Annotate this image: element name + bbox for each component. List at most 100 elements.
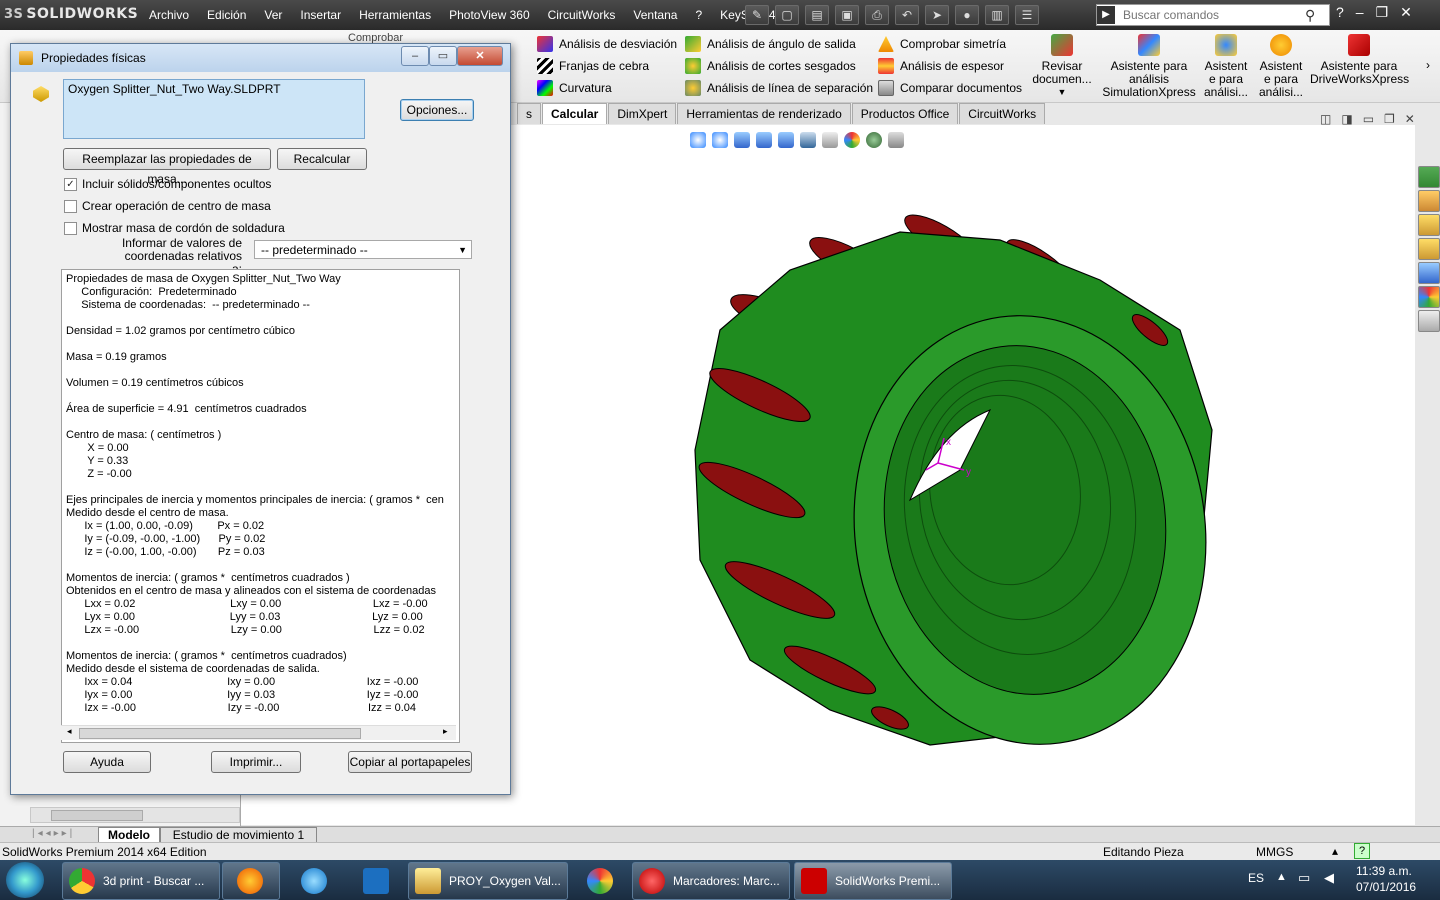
design-checker-button[interactable]: Revisar documen... ▼	[1030, 34, 1094, 99]
menu-insertar[interactable]: Insertar	[291, 8, 350, 22]
restore-icon[interactable]: ❐	[1376, 4, 1389, 21]
options-button[interactable]: Opciones...	[400, 99, 474, 121]
save-icon[interactable]: ▣	[835, 5, 859, 25]
clock-date[interactable]: 07/01/2016	[1356, 880, 1416, 894]
driveworksxpress-button[interactable]: Asistente para DriveWorksXpress	[1310, 34, 1409, 86]
create-center-of-mass-checkbox[interactable]: Crear operación de centro de masa	[64, 199, 271, 213]
symmetry-check-button[interactable]: Comprobar simetría	[878, 33, 1022, 55]
parting-line-analysis-button[interactable]: Análisis de línea de separación	[685, 77, 873, 99]
units-text[interactable]: MMGS	[1256, 845, 1293, 859]
results-horizontal-scrollbar[interactable]: ◂ ▸	[61, 725, 456, 740]
floxpress-button[interactable]: Asistent e para análisi...	[1201, 34, 1251, 99]
undo-icon[interactable]: ↶	[895, 5, 919, 25]
dialog-maximize-icon[interactable]: ▭	[429, 46, 457, 66]
appearance-icon[interactable]	[844, 132, 860, 148]
view-orientation-icon[interactable]	[778, 132, 794, 148]
units-up-icon[interactable]: ▴	[1332, 844, 1338, 858]
panel-scroll-thumb[interactable]	[51, 810, 143, 821]
thickness-analysis-button[interactable]: Análisis de espesor	[878, 55, 1022, 77]
scroll-left-icon[interactable]: ◂	[67, 726, 72, 737]
search-input[interactable]	[1121, 7, 1305, 23]
selected-file[interactable]: Oxygen Splitter_Nut_Two Way.SLDPRT	[68, 82, 281, 96]
taskbar-opera[interactable]: Marcadores: Marc...	[632, 862, 790, 900]
tray-expand-icon[interactable]: ▲	[1276, 871, 1287, 883]
taskbar-paint[interactable]	[572, 862, 630, 900]
print-icon[interactable]: ⎙	[865, 5, 889, 25]
help-button[interactable]: Ayuda	[63, 751, 151, 773]
selected-items-list[interactable]: Oxygen Splitter_Nut_Two Way.SLDPRT	[63, 79, 365, 139]
viewport-minimize-icon[interactable]: ▭	[1363, 112, 1374, 126]
close-icon[interactable]: ✕	[1400, 4, 1412, 21]
search-icon[interactable]: ⚲	[1305, 7, 1315, 24]
help-icon[interactable]: ?	[1336, 4, 1344, 21]
menu-edicion[interactable]: Edición	[198, 8, 255, 22]
viewport-close-icon[interactable]: ✕	[1405, 112, 1415, 126]
previous-view-icon[interactable]	[734, 132, 750, 148]
override-mass-properties-button[interactable]: Reemplazar las propiedades de masa...	[63, 148, 271, 186]
command-search[interactable]: ▶ ⚲	[1096, 4, 1330, 26]
home-icon[interactable]	[1418, 190, 1440, 212]
viewport-restore-icon[interactable]: ❐	[1384, 112, 1395, 126]
tab-partial[interactable]: s	[517, 103, 541, 124]
appearances-icon[interactable]	[1418, 286, 1440, 308]
library-icon[interactable]	[1418, 214, 1440, 236]
tab-circuitworks[interactable]: CircuitWorks	[959, 103, 1046, 124]
open-folder-icon[interactable]: ▤	[805, 5, 829, 25]
tab-dimxpert[interactable]: DimXpert	[608, 103, 677, 124]
tile-icon[interactable]: ◫	[1320, 112, 1331, 126]
pin-icon[interactable]: ✎	[745, 5, 769, 25]
scroll-thumb[interactable]	[79, 728, 361, 739]
tab-calcular[interactable]: Calcular	[542, 103, 608, 124]
print-button[interactable]: Imprimir...	[211, 751, 301, 773]
checkbox-unchecked[interactable]	[64, 199, 77, 213]
view-palette-icon[interactable]	[1418, 262, 1440, 284]
split-icon[interactable]: ◨	[1341, 112, 1352, 126]
custom-properties-icon[interactable]	[1418, 310, 1440, 332]
search-mode-icon[interactable]: ▶	[1097, 6, 1115, 24]
curvature-button[interactable]: Curvatura	[537, 77, 677, 99]
dialog-close-icon[interactable]: ✕	[457, 46, 503, 66]
menu-herramientas[interactable]: Herramientas	[350, 8, 440, 22]
tab-nav-arrows[interactable]: |◂◂▸▸|	[32, 828, 75, 839]
display-style-icon[interactable]	[800, 132, 816, 148]
minimize-icon[interactable]: –	[1356, 4, 1364, 21]
solidworks-logo[interactable]: 3S SOLIDWORKS	[4, 6, 138, 24]
taskbar-chrome[interactable]: 3d print - Buscar ...	[62, 862, 220, 900]
rebuild-icon[interactable]: ●	[955, 5, 979, 25]
volume-icon[interactable]: ◀	[1324, 870, 1334, 886]
dialog-minimize-icon[interactable]: –	[401, 46, 429, 66]
draft-analysis-button[interactable]: Análisis de ángulo de salida	[685, 33, 873, 55]
simulationxpress-button[interactable]: Asistente para análisis SimulationXpress	[1102, 34, 1196, 99]
deviation-analysis-button[interactable]: Análisis de desviación	[537, 33, 677, 55]
network-icon[interactable]: ▭	[1298, 870, 1310, 886]
clock-time[interactable]: 11:39 a.m.	[1356, 864, 1412, 878]
menu-ventana[interactable]: Ventana	[624, 8, 686, 22]
menu-circuitworks[interactable]: CircuitWorks	[539, 8, 625, 22]
start-button[interactable]	[6, 862, 44, 898]
zebra-stripes-button[interactable]: Franjas de cebra	[537, 55, 677, 77]
chevron-down-icon[interactable]: ▼	[1030, 86, 1094, 99]
view-settings-icon[interactable]	[888, 132, 904, 148]
ribbon-more-icon[interactable]: ›	[1426, 58, 1430, 72]
panel-scrollbar[interactable]	[30, 807, 240, 823]
menu-ver[interactable]: Ver	[255, 8, 291, 22]
checkbox-unchecked[interactable]	[64, 221, 77, 235]
file-properties-icon[interactable]: ▥	[985, 5, 1009, 25]
zoom-area-icon[interactable]	[712, 132, 728, 148]
options-icon[interactable]: ☰	[1015, 5, 1039, 25]
menu-archivo[interactable]: Archivo	[140, 8, 198, 22]
status-help-icon[interactable]: ?	[1354, 843, 1370, 859]
show-weld-mass-checkbox[interactable]: Mostrar masa de cordón de soldadura	[64, 221, 285, 235]
taskbar-firefox[interactable]	[222, 862, 280, 900]
mass-properties-results[interactable]: Propiedades de masa de Oxygen Splitter_N…	[61, 269, 460, 743]
undercut-analysis-button[interactable]: Análisis de cortes sesgados	[685, 55, 873, 77]
chevron-down-icon[interactable]: ▼	[458, 241, 467, 260]
taskbar-explorer[interactable]: PROY_Oxygen Val...	[408, 862, 568, 900]
tab-office-products[interactable]: Productos Office	[851, 103, 959, 124]
zoom-fit-icon[interactable]	[690, 132, 706, 148]
dialog-titlebar[interactable]: Propiedades físicas – ▭ ✕	[11, 44, 510, 72]
resources-icon[interactable]	[1418, 166, 1440, 188]
menu-photoview[interactable]: PhotoView 360	[440, 8, 539, 22]
section-view-icon[interactable]	[756, 132, 772, 148]
include-hidden-checkbox[interactable]: ✓ Incluir sólidos/componentes ocultos	[64, 177, 271, 191]
